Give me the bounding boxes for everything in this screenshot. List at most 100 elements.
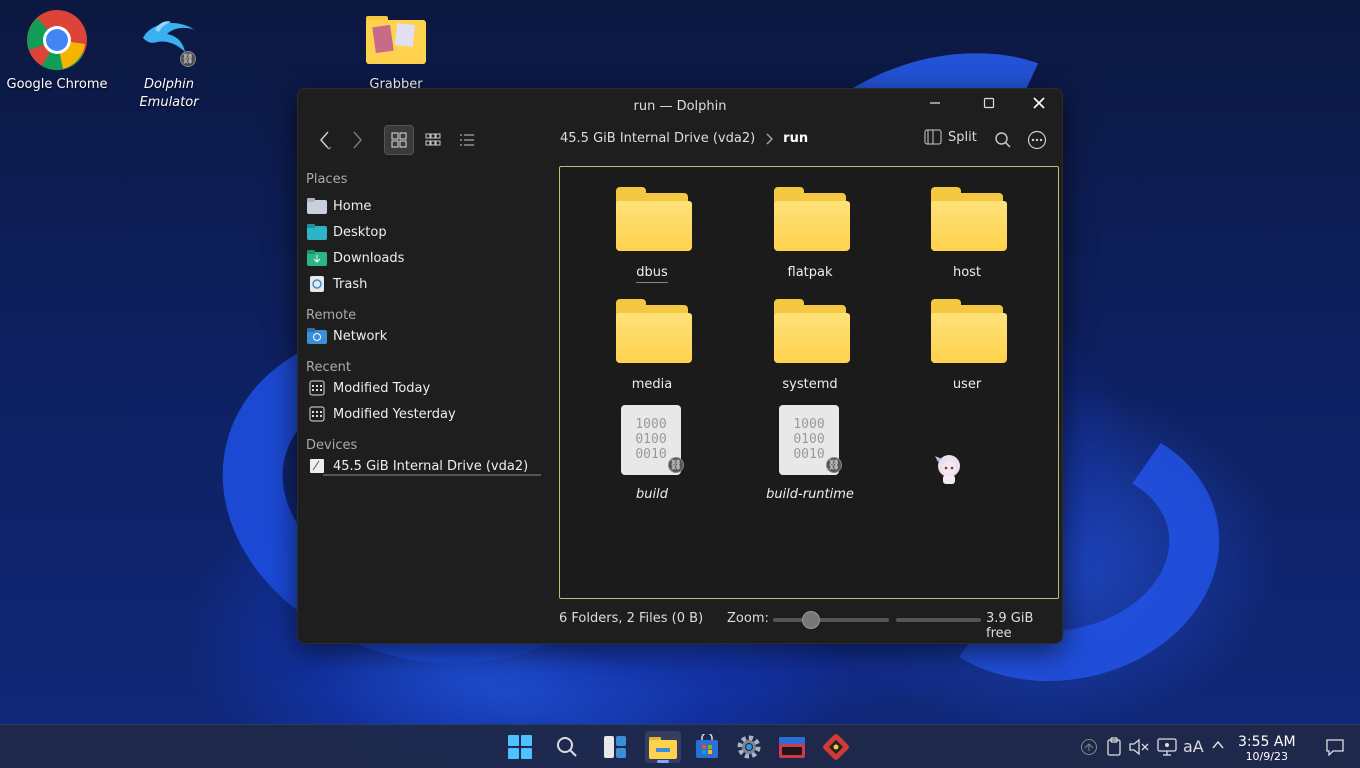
calendar-icon <box>307 405 327 423</box>
taskbar-app-media[interactable] <box>774 731 810 763</box>
zoom-slider-track[interactable] <box>773 618 889 622</box>
menu-button[interactable] <box>1022 125 1052 155</box>
zoom-slider-handle[interactable] <box>802 611 820 629</box>
grid-small-icon <box>425 133 441 146</box>
desktop-icon-chrome[interactable]: Google Chrome <box>2 8 112 94</box>
start-button[interactable] <box>502 731 538 763</box>
network-folder-icon <box>307 327 327 345</box>
monitor-icon <box>1157 738 1177 756</box>
notifications-button[interactable] <box>1325 738 1345 760</box>
chrome-icon <box>25 8 89 72</box>
drive-usage-bar <box>323 474 541 476</box>
folder-icon <box>364 8 428 72</box>
sidebar-item-label: 45.5 GiB Internal Drive (vda2) <box>333 458 529 474</box>
section-title-remote: Remote <box>306 308 357 323</box>
sidebar-item-modified-yesterday[interactable]: Modified Yesterday <box>298 401 556 427</box>
minimize-icon <box>930 102 940 104</box>
media-app-icon <box>779 737 805 758</box>
tray-display-button[interactable] <box>1157 738 1177 760</box>
home-folder-icon <box>307 197 327 215</box>
close-button[interactable] <box>1016 89 1062 117</box>
task-view-icon <box>604 736 626 758</box>
folder-item[interactable]: user <box>902 297 1032 392</box>
file-name: build <box>636 487 668 502</box>
drive-icon <box>307 457 327 475</box>
status-text: 6 Folders, 2 Files (0 B) <box>559 611 704 626</box>
compact-view-button[interactable] <box>418 125 448 155</box>
taskbar-app-game[interactable] <box>818 731 854 763</box>
game-app-icon <box>823 734 849 760</box>
tray-volume-button[interactable] <box>1129 738 1151 760</box>
binary-file-icon: 1000 0100 0010 ⛓ <box>612 405 692 475</box>
details-view-button[interactable] <box>452 125 482 155</box>
file-name: media <box>631 377 673 392</box>
folder-item[interactable]: flatpak <box>745 185 875 280</box>
search-icon <box>557 737 577 757</box>
folder-item[interactable]: host <box>902 185 1032 280</box>
sidebar-item-trash[interactable]: Trash <box>298 271 556 297</box>
file-view[interactable]: dbus flatpak host media systemd user 100… <box>559 166 1059 599</box>
window-title: run — Dolphin <box>633 98 727 114</box>
symlink-icon: ⛓ <box>826 457 842 473</box>
file-name: user <box>952 377 982 392</box>
sidebar-item-label: Downloads <box>333 250 405 266</box>
sidebar-item-home[interactable]: Home <box>298 193 556 219</box>
folder-icon <box>770 185 850 251</box>
chevron-right-icon <box>766 133 774 144</box>
folder-icon <box>612 185 692 251</box>
sidebar-item-label: Modified Today <box>333 380 431 396</box>
sidebar-item-modified-today[interactable]: Modified Today <box>298 375 556 401</box>
file-item[interactable]: 1000 0100 0010 ⛓ build-runtime <box>745 405 875 502</box>
split-view-icon <box>924 129 942 145</box>
close-icon <box>1033 97 1045 109</box>
cursor-mascot-icon <box>933 452 965 486</box>
folder-icon <box>927 297 1007 363</box>
taskbar-store[interactable] <box>689 731 725 763</box>
grid-large-icon <box>391 132 407 148</box>
active-indicator <box>657 760 669 763</box>
minimize-button[interactable] <box>912 89 958 117</box>
chevron-left-icon <box>320 131 332 150</box>
file-name: build-runtime <box>766 487 854 502</box>
sidebar-item-downloads[interactable]: Downloads <box>298 245 556 271</box>
clock[interactable]: 3:55 AM 10/9/23 <box>1238 734 1296 763</box>
dolphin-window: run — Dolphin 45.5 GiB Internal Drive (v… <box>297 88 1063 644</box>
folder-item[interactable]: dbus <box>587 185 717 280</box>
breadcrumb-item-current[interactable]: run <box>783 131 808 146</box>
maximize-button[interactable] <box>966 89 1012 117</box>
folder-icon <box>770 297 850 363</box>
forward-button[interactable] <box>342 125 372 155</box>
task-view-button[interactable] <box>597 731 633 763</box>
tray-text-size-button[interactable]: aA <box>1183 737 1204 756</box>
volume-muted-icon <box>1129 738 1149 756</box>
desktop-icon-dolphin-emulator[interactable]: ⛓ Dolphin Emulator <box>114 8 224 112</box>
tray-clipboard-button[interactable] <box>1105 737 1123 761</box>
folder-icon <box>612 297 692 363</box>
folder-item[interactable]: systemd <box>745 297 875 392</box>
sidebar-item-desktop[interactable]: Desktop <box>298 219 556 245</box>
windows-start-icon <box>508 735 532 759</box>
icons-view-button[interactable] <box>384 125 414 155</box>
search-button[interactable] <box>988 125 1018 155</box>
breadcrumb-item-drive[interactable]: 45.5 GiB Internal Drive (vda2) <box>560 131 755 146</box>
sidebar-item-label: Desktop <box>333 224 387 240</box>
sidebar-item-label: Network <box>333 328 388 344</box>
folder-item[interactable]: media <box>587 297 717 392</box>
back-button[interactable] <box>310 125 340 155</box>
desktop-icon-grabber[interactable]: Grabber <box>341 8 451 94</box>
desktop-icon-label: Google Chrome <box>6 77 108 92</box>
split-button[interactable]: Split <box>924 129 977 145</box>
folder-icon <box>927 185 1007 251</box>
taskbar-settings[interactable] <box>731 731 767 763</box>
arrow-up-circle-icon <box>1081 739 1097 755</box>
file-name: flatpak <box>787 265 833 280</box>
title-bar[interactable]: run — Dolphin <box>298 89 1062 123</box>
tray-chevron-button[interactable] <box>1211 738 1225 756</box>
sidebar-item-network[interactable]: Network <box>298 323 556 349</box>
symlink-icon: ⛓ <box>668 457 684 473</box>
file-item[interactable]: 1000 0100 0010 ⛓ build <box>587 405 717 502</box>
taskbar-file-manager[interactable] <box>645 731 681 763</box>
tray-overflow-button[interactable] <box>1080 738 1098 760</box>
sidebar-item-internal-drive[interactable]: 45.5 GiB Internal Drive (vda2) <box>298 453 556 479</box>
taskbar-search-button[interactable] <box>549 731 585 763</box>
